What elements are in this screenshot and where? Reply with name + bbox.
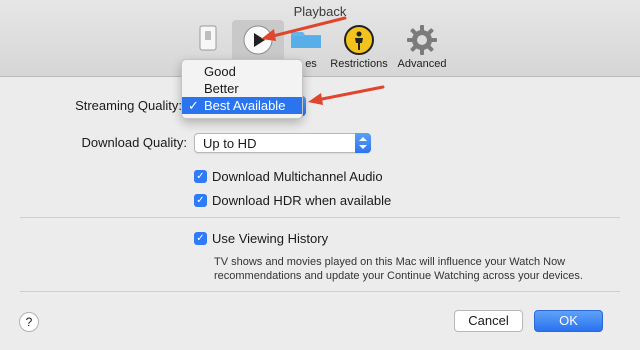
checkmark-icon: ✓ [194, 170, 207, 183]
viewing-history-checkbox[interactable]: ✓ Use Viewing History [194, 231, 328, 246]
menu-item-best-available-label: Best Available [204, 98, 286, 113]
viewing-history-label: Use Viewing History [212, 231, 329, 246]
download-quality-popup[interactable]: Up to HD [194, 133, 371, 153]
divider [20, 217, 620, 218]
general-switch-icon [199, 25, 217, 51]
divider [20, 291, 620, 292]
tab-restrictions-label: Restrictions [330, 58, 388, 70]
help-button[interactable]: ? [19, 312, 39, 332]
preferences-window: Playback es Restrictions Advanced Stream… [0, 0, 640, 350]
streaming-quality-label: Streaming Quality: [75, 98, 182, 113]
hdr-label: Download HDR when available [212, 193, 392, 208]
gear-icon [407, 25, 437, 55]
ok-button[interactable]: OK [534, 310, 603, 332]
menu-item-good[interactable]: Good [182, 63, 302, 80]
annotation-arrow-icon [261, 16, 347, 41]
hdr-checkbox[interactable]: ✓ Download HDR when available [194, 193, 391, 208]
cancel-button[interactable]: Cancel [454, 310, 523, 332]
tab-advanced[interactable]: Advanced [394, 20, 450, 72]
checkmark-icon: ✓ [188, 98, 199, 113]
download-quality-value: Up to HD [203, 136, 257, 151]
checkmark-icon: ✓ [194, 232, 207, 245]
multichannel-audio-checkbox[interactable]: ✓ Download Multichannel Audio [194, 169, 383, 184]
viewing-history-note: TV shows and movies played on this Mac w… [214, 256, 583, 282]
checkmark-icon: ✓ [194, 194, 207, 207]
download-quality-label: Download Quality: [81, 135, 188, 150]
streaming-quality-menu: Good Better ✓ Best Available [181, 59, 303, 119]
tab-advanced-label: Advanced [397, 58, 447, 70]
download-quality-stepper[interactable] [355, 133, 371, 153]
preferences-content: Streaming Quality: Download Quality: Up … [0, 77, 640, 350]
multichannel-audio-label: Download Multichannel Audio [212, 169, 383, 184]
menu-item-best-available[interactable]: ✓ Best Available [182, 97, 302, 114]
annotation-arrow-icon [308, 85, 385, 105]
menu-item-better[interactable]: Better [182, 80, 302, 97]
